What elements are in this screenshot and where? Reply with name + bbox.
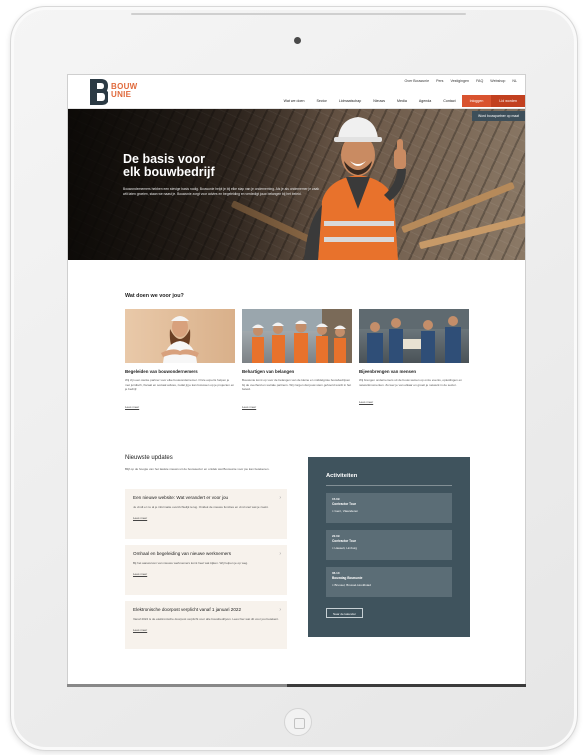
calendar-button[interactable]: Naar de kalender [326,608,364,618]
services-title: Wat doen we voor jou? [125,293,184,299]
logo[interactable]: BOUW UNIE [90,79,160,107]
activity-date: 06.10 [332,571,340,575]
activity-location: ⌖ Hasselt, Limburg [332,546,446,550]
activity-location: ⌖ Gent, Vlaanderen [332,509,446,513]
nav-item-media[interactable]: Media [391,95,413,107]
read-more-link[interactable]: Lees meer [133,516,279,520]
chevron-right-icon: › [279,551,281,557]
service-card-title: Bijeenbrengen van mensen [359,369,417,374]
service-card-title: Behartigen van belangen [242,369,295,374]
activity-name: Bouwdag Bouwunie [332,576,363,580]
top-link-about[interactable]: Over Bouwunie [405,79,430,83]
logo-text-line2: UNIE [111,90,132,99]
activity-location-text: Hasselt, Limburg [334,546,358,550]
service-card-desc: Bouwunie komt op voor de belangen van de… [242,378,352,392]
update-card-desc: Vanaf 2022 is de elektronische doorpost … [133,617,279,621]
activity-name: Contractor Tour [332,539,357,543]
hero-text: Bouwondernemers hebben een stevige basis… [123,187,319,197]
scrollbar-thumb[interactable] [67,684,287,687]
top-link-locations[interactable]: Vestigingen [450,79,469,83]
activity-item[interactable]: 22.09 Contractor Tour ⌖ Hasselt, Limburg [326,530,452,560]
chevron-right-icon: › [279,607,281,613]
top-link-faq[interactable]: FAQ [476,79,483,83]
location-pin-icon: ⌖ [332,509,334,513]
hero: De basis voor elk bouwbedrijf Bouwondern… [68,109,525,260]
become-member-button[interactable]: Lid worden [491,95,525,107]
update-card[interactable]: Omhaal en begeleiding van nieuwe werknem… [125,545,287,595]
workers-group-image [242,309,352,363]
service-card-desc: Wij brengen ondernemers uit de bouw same… [359,378,462,387]
logo-text: BOUW UNIE [111,83,138,99]
nav-item-membership[interactable]: Lidmaatschap [333,95,367,107]
activity-date: 15.09 [332,497,340,501]
login-button[interactable]: Inloggen [461,95,492,107]
service-card[interactable]: Behartigen van belangen Bouwunie komt op… [242,309,352,409]
activity-item[interactable]: 15.09 Contractor Tour ⌖ Gent, Vlaanderen [326,493,452,523]
service-card-desc: Wij zijn een sterke partner voor elke bo… [125,378,235,392]
activity-date: 22.09 [332,534,340,538]
nav-item-contact[interactable]: Contact [437,95,461,107]
hero-overlay [68,109,328,260]
service-card[interactable]: Begeleiden van bouwondernemers Wij zijn … [125,309,235,409]
tablet-top-edge [131,13,466,15]
activities-divider [326,485,452,486]
hero-title: De basis voor elk bouwbedrijf [123,153,283,179]
top-link-webshop[interactable]: Webshop [490,79,505,83]
activity-location: ⌖ Brussel, Brussel-Hoofdstad [332,583,446,587]
camera-icon [294,37,301,44]
update-card-desc: Je vindt er nu al je informatie overzich… [133,505,269,509]
hero-tag-button[interactable]: Word bouwpartner op maat [471,111,525,121]
read-more-link[interactable]: Lees meer [242,405,352,409]
read-more-link[interactable]: Lees meer [133,628,279,632]
read-more-link[interactable]: Lees meer [125,405,235,409]
update-card-title: Een nieuwe website: Wat verandert er voo… [133,495,229,500]
update-card-desc: Bij het aanwerven van nieuwe werknemers … [133,561,249,565]
top-nav: Over Bouwunie Pers Vestigingen FAQ Websh… [405,79,518,83]
nav-item-what-we-do[interactable]: Wat we doen [278,95,311,107]
top-link-press[interactable]: Pers [436,79,443,83]
activity-name: Contractor Tour [332,502,357,506]
updates-intro: Blijf op de hoogte van het laatste nieuw… [125,467,270,471]
update-card-title: Elektronische doorpost verplicht vanaf 1… [133,607,242,612]
language-switch[interactable]: NL [512,79,517,83]
activity-location-text: Gent, Vlaanderen [334,509,359,513]
chevron-right-icon: › [279,495,281,501]
activity-item[interactable]: 06.10 Bouwdag Bouwunie ⌖ Brussel, Brusse… [326,567,452,597]
activities-title: Activiteiten [326,473,358,479]
main-nav: Wat we doen Sector Lidmaatschap Nieuws M… [278,95,525,107]
logo-mark-icon [90,79,108,105]
home-button[interactable] [284,708,312,736]
nav-item-sector[interactable]: Sector [310,95,332,107]
screen: BOUW UNIE Over Bouwunie Pers Vestigingen… [67,74,526,686]
location-pin-icon: ⌖ [332,546,334,550]
woman-image [161,316,199,363]
updates-title: Nieuwste updates [125,455,173,461]
meeting-image [359,309,469,363]
nav-item-agenda[interactable]: Agenda [413,95,437,107]
activity-location-text: Brussel, Brussel-Hoofdstad [334,583,371,587]
read-more-link[interactable]: Lees meer [359,400,469,404]
service-card-image [125,309,235,363]
horizontal-scrollbar[interactable] [67,684,526,687]
nav-item-news[interactable]: Nieuws [367,95,391,107]
tablet-frame: BOUW UNIE Over Bouwunie Pers Vestigingen… [0,0,583,755]
location-pin-icon: ⌖ [332,583,334,587]
update-card-title: Omhaal en begeleiding van nieuwe werknem… [133,551,232,556]
worker-image [304,117,406,260]
service-card[interactable]: Bijeenbrengen van mensen Wij brengen ond… [359,309,469,404]
update-card[interactable]: Een nieuwe website: Wat verandert er voo… [125,489,287,539]
read-more-link[interactable]: Lees meer [133,572,279,576]
service-card-image [242,309,352,363]
update-card[interactable]: Elektronische doorpost verplicht vanaf 1… [125,601,287,649]
service-card-image [359,309,469,363]
service-card-title: Begeleiden van bouwondernemers [125,369,198,374]
activities-panel: Activiteiten 15.09 Contractor Tour ⌖ Gen… [308,457,470,637]
hero-title-line2: elk bouwbedrijf [123,165,215,179]
